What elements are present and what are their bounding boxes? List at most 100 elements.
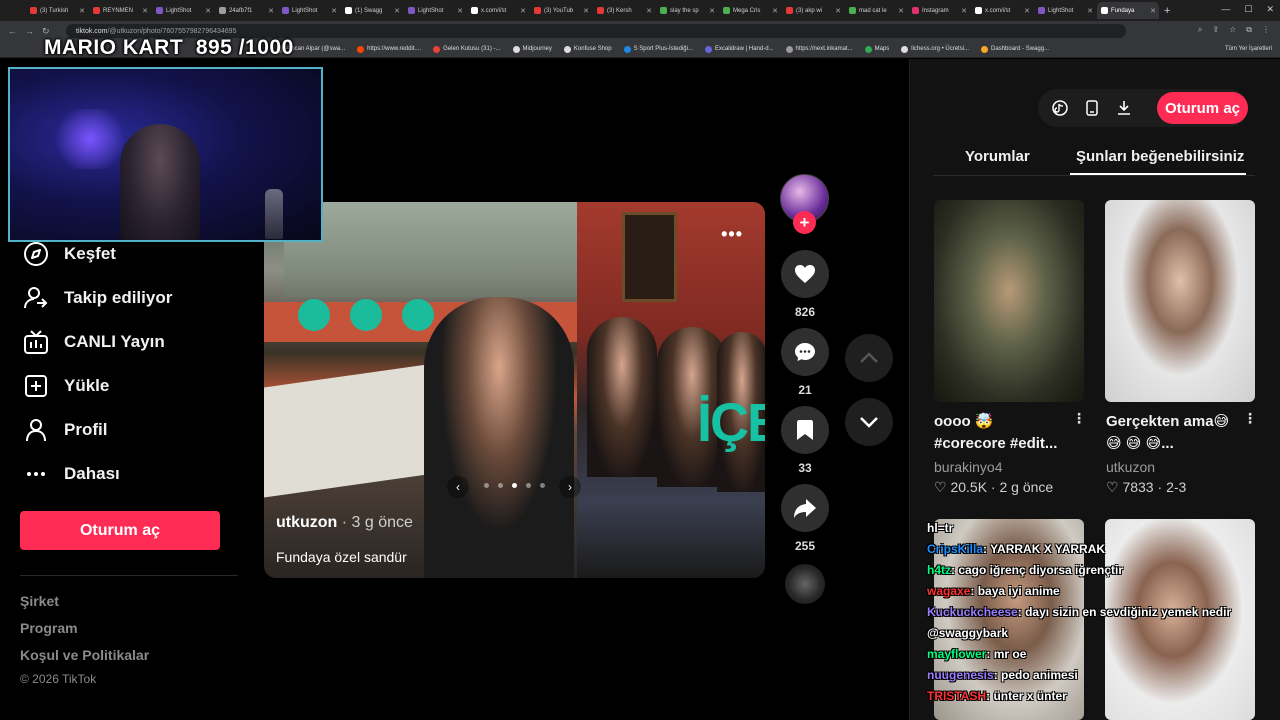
follow-plus-icon[interactable]: + [793, 211, 816, 234]
pager-dot[interactable] [526, 483, 531, 488]
bookmark-item[interactable]: S Sport Plus-İstediği... [623, 45, 693, 53]
browser-tab[interactable]: Fundaya ✕ [1097, 2, 1159, 19]
comment-button[interactable] [781, 328, 829, 376]
close-window-icon[interactable]: ✕ [1266, 4, 1274, 15]
footer-program[interactable]: Program [20, 620, 78, 636]
nav-canli[interactable]: CANLI Yayın [22, 328, 165, 356]
card-title[interactable]: oooo 🤯 [934, 411, 1072, 433]
tab-close-icon[interactable]: ✕ [1150, 7, 1156, 15]
scroll-up-button[interactable] [845, 334, 893, 382]
tiktok-logo-icon[interactable] [1051, 99, 1069, 117]
post-photo-carousel[interactable]: İÇE ••• ‹ › utkuzon · 3 g önce Fundaya ö… [264, 202, 765, 578]
browser-tab[interactable]: LightShot ✕ [404, 2, 466, 19]
nav-kesfet[interactable]: Keşfet [22, 240, 116, 268]
zoom-icon[interactable]: ⌕ [1198, 25, 1202, 35]
nav-takip[interactable]: Takip ediliyor [22, 284, 172, 312]
tab-suggested[interactable]: Şunları beğenebilirsiniz [1076, 148, 1244, 165]
bookmark-item[interactable]: Gelen Kutusu (31) -... [433, 45, 501, 53]
browser-tab[interactable]: Instagram ✕ [908, 2, 970, 19]
bookmark-item[interactable]: Dashboard - Swagg... [981, 45, 1049, 53]
browser-tab[interactable]: REYNMEN ✕ [89, 2, 151, 19]
pager-dot[interactable] [484, 483, 489, 488]
nav-dahasi[interactable]: Dahası [22, 460, 120, 488]
tab-close-icon[interactable]: ✕ [142, 7, 148, 15]
browser-tab[interactable]: (3) Kersh ✕ [593, 2, 655, 19]
pager-dot[interactable] [498, 483, 503, 488]
back-icon[interactable]: ← [8, 26, 17, 37]
card-author[interactable]: utkuzon [1106, 459, 1155, 475]
tab-close-icon[interactable]: ✕ [268, 7, 274, 15]
scroll-down-button[interactable] [845, 398, 893, 446]
footer-sirket[interactable]: Şirket [20, 593, 59, 609]
save-button[interactable] [781, 406, 829, 454]
tab-close-icon[interactable]: ✕ [898, 7, 904, 15]
browser-tab[interactable]: LightShot ✕ [1034, 2, 1096, 19]
music-disc-icon[interactable] [785, 564, 825, 604]
bookmark-item[interactable]: Excalidraw | Hand-d... [704, 45, 774, 53]
tab-close-icon[interactable]: ✕ [457, 7, 463, 15]
browser-tab[interactable]: mad cat le ✕ [845, 2, 907, 19]
panel-login-button[interactable]: Oturum aç [1157, 92, 1248, 124]
browser-tab[interactable]: 24afb7f1 ✕ [215, 2, 277, 19]
browser-tab[interactable]: Mega Cris ✕ [719, 2, 781, 19]
bookmark-item[interactable]: Konfuse Shop [563, 45, 612, 53]
tab-close-icon[interactable]: ✕ [205, 7, 211, 15]
browser-tab[interactable]: LightShot ✕ [278, 2, 340, 19]
tab-close-icon[interactable]: ✕ [1024, 7, 1030, 15]
tab-close-icon[interactable]: ✕ [583, 7, 589, 15]
maximize-icon[interactable]: ☐ [1244, 4, 1252, 15]
post-more-icon[interactable]: ••• [721, 224, 743, 245]
suggested-video-thumb[interactable] [1105, 200, 1255, 402]
new-tab-icon[interactable]: + [1164, 5, 1170, 17]
bookmark-item[interactable]: https://next.inkamat... [785, 45, 853, 53]
tab-close-icon[interactable]: ✕ [646, 7, 652, 15]
card-more-icon[interactable]: ⋮ [1243, 410, 1257, 427]
like-button[interactable] [781, 250, 829, 298]
tab-comments[interactable]: Yorumlar [965, 148, 1030, 165]
browser-tab[interactable]: (3) YouTub ✕ [530, 2, 592, 19]
minimize-icon[interactable]: — [1221, 4, 1230, 15]
footer-terms[interactable]: Koşul ve Politikalar [20, 647, 149, 663]
tab-close-icon[interactable]: ✕ [79, 7, 85, 15]
card-more-icon[interactable]: ⋮ [1072, 410, 1086, 427]
card-title[interactable]: Gerçekten ama😅 [1106, 411, 1244, 433]
browser-tab[interactable]: LightShot ✕ [152, 2, 214, 19]
download-icon[interactable] [1115, 99, 1133, 117]
browser-tab[interactable]: slay the sp ✕ [656, 2, 718, 19]
browser-tab[interactable]: x.com/i/st ✕ [971, 2, 1033, 19]
menu-icon[interactable]: ⋮ [1262, 25, 1270, 35]
share-icon[interactable]: ⇪ [1212, 25, 1219, 35]
tab-close-icon[interactable]: ✕ [1087, 7, 1093, 15]
prev-photo-icon[interactable]: ‹ [447, 476, 469, 498]
nav-profil[interactable]: Profil [22, 416, 107, 444]
extensions-icon[interactable]: ⧉ [1246, 25, 1252, 35]
nav-yukle[interactable]: Yükle [22, 372, 109, 400]
next-photo-icon[interactable]: › [559, 476, 581, 498]
bookmark-item[interactable]: https://www.reddit.... [357, 45, 421, 53]
browser-tab[interactable]: (1) Swagg ✕ [341, 2, 403, 19]
share-button[interactable] [781, 484, 829, 532]
browser-tab[interactable]: (3) Turkish ✕ [26, 2, 88, 19]
forward-icon[interactable]: → [25, 26, 34, 37]
tab-close-icon[interactable]: ✕ [772, 7, 778, 15]
bookmark-item[interactable]: Maps [864, 45, 889, 53]
all-bookmarks[interactable]: Tüm Yer İşaretleri [1225, 46, 1272, 52]
pager-dot[interactable] [512, 483, 517, 488]
reload-icon[interactable]: ↻ [42, 26, 50, 37]
post-author[interactable]: utkuzon · 3 g önce [276, 514, 413, 532]
bookmark-item[interactable]: lichess.org • Ücretsi... [901, 45, 969, 53]
login-button[interactable]: Oturum aç [20, 511, 220, 550]
tab-close-icon[interactable]: ✕ [961, 7, 967, 15]
card-author[interactable]: burakinyo4 [934, 459, 1003, 475]
bookmark-item[interactable]: Midjourney [512, 45, 552, 53]
suggested-video-thumb[interactable] [934, 200, 1084, 402]
tab-close-icon[interactable]: ✕ [709, 7, 715, 15]
card-title-emojis[interactable]: 😅 😅 😅... [1106, 433, 1244, 455]
pager-dot[interactable] [540, 483, 545, 488]
tab-close-icon[interactable]: ✕ [331, 7, 337, 15]
tab-close-icon[interactable]: ✕ [394, 7, 400, 15]
browser-tab[interactable]: x.com/i/st ✕ [467, 2, 529, 19]
browser-tab[interactable]: (3) akp wi ✕ [782, 2, 844, 19]
tab-close-icon[interactable]: ✕ [520, 7, 526, 15]
phone-icon[interactable] [1083, 99, 1101, 117]
